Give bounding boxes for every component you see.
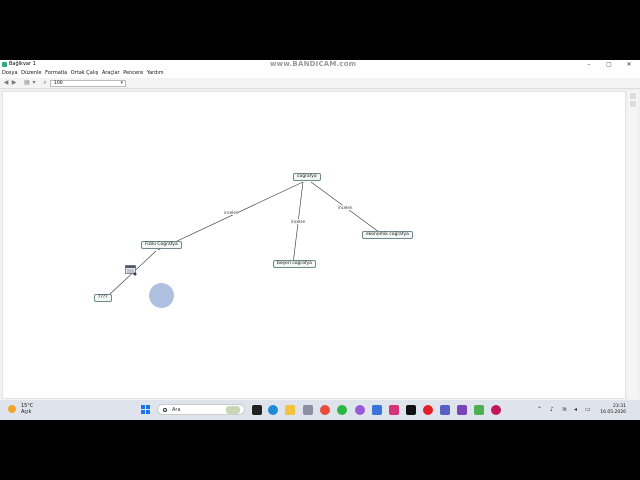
- camera-icon[interactable]: [303, 405, 313, 415]
- link-lines: [108, 181, 384, 296]
- weather-desc: Açık: [21, 409, 32, 415]
- print-icon[interactable]: ▤: [24, 80, 30, 86]
- concept-node-economic[interactable]: ekonomik coğrafya: [362, 231, 413, 239]
- instagram-icon[interactable]: [389, 405, 399, 415]
- edge-browser-icon[interactable]: [268, 405, 278, 415]
- link-label-right[interactable]: incelen: [338, 205, 353, 210]
- volume-icon[interactable]: ◂: [574, 406, 577, 413]
- menu-bar: Dosya Düzenle Formatla Ortak Çalış Araçl…: [0, 69, 640, 78]
- menu-collaborate[interactable]: Ortak Çalış: [71, 69, 98, 78]
- windows-taskbar: 15°C Açık Ara ⌃ ♪ ≋ ◂ ▭ 23:31 16.05.2026: [0, 400, 640, 420]
- toolbar: ◀ ▶ ▤ ▾ ⌕ 100 ▾: [0, 78, 640, 89]
- whatsapp-icon[interactable]: [337, 405, 347, 415]
- chrome-icon[interactable]: [320, 405, 330, 415]
- microphone-icon[interactable]: ♪: [550, 406, 554, 413]
- teams-icon[interactable]: [440, 405, 450, 415]
- photos-icon[interactable]: [372, 405, 382, 415]
- record-icon[interactable]: [491, 405, 501, 415]
- battery-icon[interactable]: ▭: [585, 406, 591, 413]
- zoom-icon: ⌕: [43, 79, 47, 86]
- app-icon: [2, 62, 7, 67]
- recorder-watermark: www.BANDICAM.com: [270, 60, 357, 68]
- scroll-down-icon[interactable]: [630, 101, 636, 107]
- windows-start-icon[interactable]: [141, 405, 150, 414]
- opera-icon[interactable]: [423, 405, 433, 415]
- concept-map-canvas[interactable]: incelen incelen incelen coğrafya Fiziki …: [2, 91, 626, 399]
- search-icon: [163, 408, 167, 412]
- concept-node-physical[interactable]: Fiziki Coğrafya: [141, 241, 182, 249]
- menu-tools[interactable]: Araçlar: [102, 69, 120, 78]
- store-icon[interactable]: [457, 405, 467, 415]
- concept-node-root[interactable]: coğrafya: [293, 173, 321, 181]
- menu-help[interactable]: Yardım: [147, 69, 164, 78]
- cursor-highlight: [149, 283, 174, 308]
- screen: Bağlkvar 1 www.BANDICAM.com – ▢ ✕ Dosya …: [0, 60, 640, 420]
- weather-moon-icon: [8, 405, 16, 413]
- taskbar-clock[interactable]: 23:31 16.05.2026: [596, 404, 626, 416]
- menu-window[interactable]: Pencere: [123, 69, 143, 78]
- link-line-physical[interactable]: [157, 181, 304, 251]
- chevron-down-icon: ▾: [120, 80, 123, 86]
- tiktok-icon[interactable]: [406, 405, 416, 415]
- close-button[interactable]: ✕: [622, 60, 636, 69]
- resource-icon[interactable]: [125, 265, 137, 276]
- scroll-up-icon[interactable]: [630, 93, 636, 99]
- menu-file[interactable]: Dosya: [2, 69, 18, 78]
- clock-date: 16.05.2026: [600, 410, 626, 415]
- search-placeholder: Ara: [172, 407, 181, 413]
- cmaptools-icon[interactable]: [474, 405, 484, 415]
- dropdown-arrow-icon[interactable]: ▾: [31, 80, 37, 86]
- taskbar-search[interactable]: Ara: [157, 404, 245, 415]
- vertical-scrollbar[interactable]: [628, 91, 638, 399]
- maximize-button[interactable]: ▢: [602, 60, 616, 69]
- link-label-middle[interactable]: incelen: [291, 219, 306, 224]
- task-view-icon[interactable]: [252, 405, 262, 415]
- minimize-button[interactable]: –: [582, 60, 596, 69]
- link-label-left[interactable]: incelen: [224, 210, 239, 215]
- file-explorer-icon[interactable]: [285, 405, 295, 415]
- window-title: Bağlkvar 1: [9, 61, 36, 67]
- concept-node-unknown[interactable]: ????: [94, 294, 112, 302]
- concept-node-human[interactable]: beşeri coğrafya: [273, 260, 316, 268]
- search-highlight-icon: [226, 406, 240, 414]
- zoom-value: 100: [54, 81, 63, 86]
- wifi-icon[interactable]: ≋: [562, 406, 567, 413]
- back-arrow-icon[interactable]: ◀: [3, 80, 9, 86]
- menu-edit[interactable]: Düzenle: [21, 69, 41, 78]
- tray-chevron-up-icon[interactable]: ⌃: [537, 406, 542, 413]
- zoom-select[interactable]: 100 ▾: [50, 80, 126, 87]
- menu-format[interactable]: Formatla: [45, 69, 67, 78]
- forward-arrow-icon[interactable]: ▶: [11, 80, 17, 86]
- pin-app-icon[interactable]: [355, 405, 365, 415]
- window-titlebar: Bağlkvar 1 www.BANDICAM.com – ▢ ✕: [0, 60, 640, 69]
